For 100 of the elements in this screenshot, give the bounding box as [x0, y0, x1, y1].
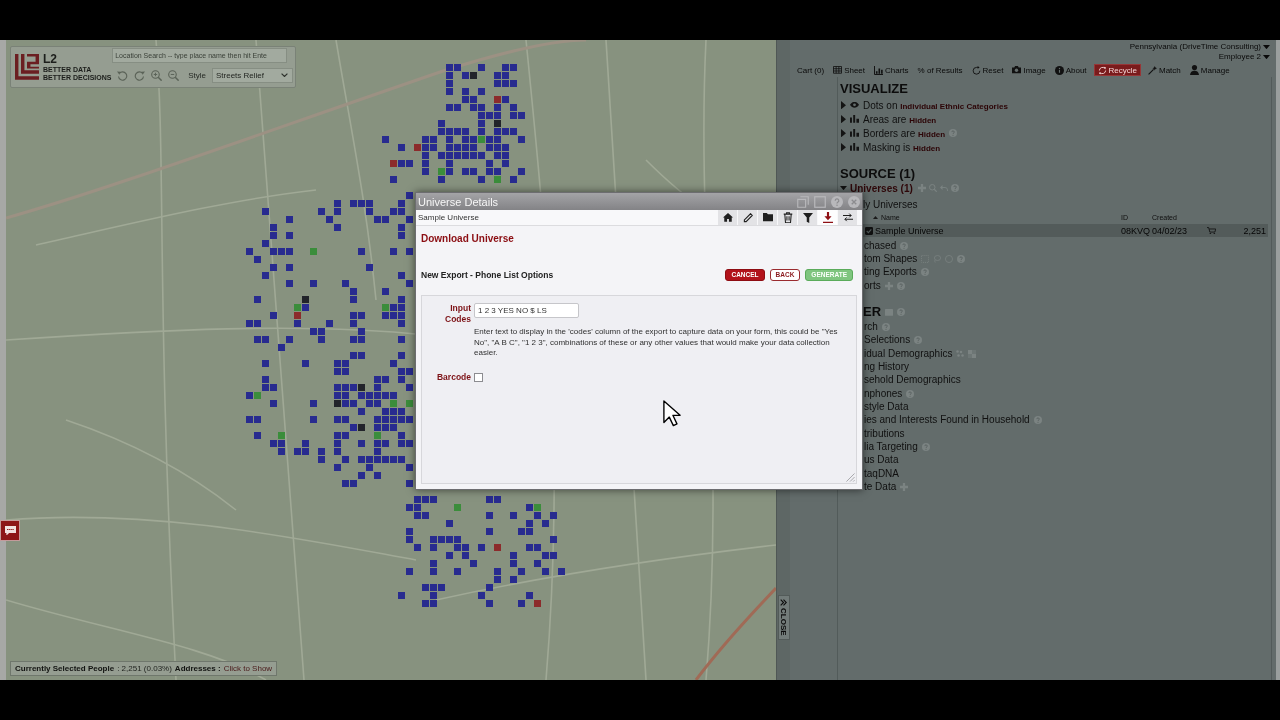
- tree-item[interactable]: tom Shapes: [864, 253, 918, 265]
- trash-icon: [782, 211, 793, 224]
- barcode-checkbox[interactable]: [474, 372, 483, 382]
- checkered-square-icon[interactable]: [968, 349, 977, 358]
- tree-item[interactable]: us Data: [864, 454, 899, 467]
- zoom-in-icon[interactable]: [151, 69, 163, 81]
- addresses-label: Addresses :: [174, 664, 221, 673]
- toolbar-tab[interactable]: [818, 210, 837, 225]
- toolbar-link[interactable]: About: [1052, 64, 1089, 76]
- tree-item[interactable]: sehold Demographics: [864, 374, 961, 387]
- tree-item[interactable]: ly Universes: [863, 198, 918, 211]
- close-panel-tab[interactable]: CLOSE: [777, 595, 790, 640]
- layer-setting: Masking is Hidden: [863, 141, 941, 153]
- tree-item[interactable]: ies and Interests Found in Household: [864, 414, 1030, 427]
- help-icon[interactable]: [949, 129, 958, 137]
- plus-icon[interactable]: [900, 482, 909, 491]
- account-menu[interactable]: Pennsylvania (DriveTime Consulting): [1129, 42, 1270, 52]
- chat-button[interactable]: [0, 520, 20, 541]
- toolbar-link[interactable]: Manage: [1187, 64, 1232, 76]
- help-icon[interactable]: [831, 195, 843, 208]
- caret-right-icon[interactable]: [841, 100, 846, 110]
- section-heading: VISUALIZE: [840, 81, 909, 97]
- style-dropdown[interactable]: Streets Relief: [212, 67, 293, 83]
- download-icon: [822, 211, 833, 224]
- pencil-icon: [742, 212, 753, 223]
- table-row[interactable]: Sample Universe 08KVQ 04/02/23 2,251: [863, 224, 1268, 237]
- logo-icon: [15, 54, 39, 80]
- field-label: Barcode: [437, 371, 471, 383]
- toolbar-tab[interactable]: [778, 210, 797, 225]
- tree-item[interactable]: chased: [864, 239, 897, 252]
- tree-item[interactable]: orts: [864, 279, 881, 292]
- tree-item[interactable]: te Data: [864, 480, 897, 493]
- help-icon[interactable]: [957, 255, 966, 263]
- field-label: Input Codes: [445, 303, 471, 325]
- table-cell: 08KVQ: [1121, 225, 1152, 236]
- window-title: Universe Details: [418, 195, 500, 208]
- tree-item[interactable]: rch: [864, 320, 878, 333]
- eye-icon: [850, 102, 859, 108]
- toolbar-tab[interactable]: [738, 210, 757, 225]
- caret-right-icon[interactable]: [841, 128, 846, 138]
- toolbar-link[interactable]: Match: [1146, 64, 1183, 76]
- tree-item[interactable]: tributions: [864, 427, 905, 440]
- account-menu[interactable]: Employee 2: [1218, 52, 1270, 62]
- toolbar-link[interactable]: Recycle: [1093, 64, 1141, 76]
- tree-item[interactable]: style Data: [864, 400, 909, 413]
- toolbar-link[interactable]: Reset: [969, 64, 1006, 76]
- tree-item[interactable]: ng History: [864, 360, 909, 373]
- dots-icon[interactable]: [956, 350, 965, 358]
- dialog-heading: Download Universe: [421, 232, 515, 245]
- toolbar-tab[interactable]: [758, 210, 777, 225]
- zoom-out-icon[interactable]: [168, 69, 180, 81]
- codes-input-field[interactable]: 1 2 3 YES NO $ LS: [474, 303, 579, 318]
- help-icon[interactable]: [906, 389, 915, 398]
- cursor-icon: [663, 400, 681, 427]
- undo-icon[interactable]: [939, 185, 948, 191]
- caret-right-icon[interactable]: [841, 114, 846, 124]
- rotate-left-icon[interactable]: [117, 69, 129, 81]
- tree-item[interactable]: idual Demographics: [864, 347, 953, 360]
- help-icon[interactable]: [921, 442, 930, 451]
- bars-icon: [850, 115, 859, 123]
- cart-icon[interactable]: [1207, 226, 1216, 235]
- tree-item[interactable]: taqDNA: [864, 467, 899, 480]
- toolbar-link[interactable]: Cart (0): [795, 64, 827, 76]
- toolbar-link[interactable]: Charts: [872, 64, 911, 76]
- section-heading: ER: [863, 304, 882, 321]
- checkbox-checked-icon[interactable]: [865, 226, 873, 235]
- reset-icon: [971, 65, 981, 75]
- plus-icon[interactable]: [917, 184, 926, 192]
- toolbar-tab[interactable]: [838, 210, 857, 225]
- table-cell-text: 04/02/23: [1152, 225, 1189, 236]
- help-icon[interactable]: [897, 308, 906, 317]
- selected-people-count: : 2,251 (0.03%): [117, 664, 172, 673]
- restore-icon[interactable]: [797, 195, 809, 208]
- help-icon[interactable]: [920, 268, 929, 277]
- toolbar-link[interactable]: % of Results: [915, 64, 965, 76]
- help-icon[interactable]: [1033, 416, 1042, 425]
- show-addresses-link[interactable]: Click to Show: [223, 664, 273, 673]
- toolbar-tab[interactable]: [798, 210, 817, 225]
- caret-right-icon[interactable]: [841, 142, 846, 152]
- toolbar-link[interactable]: Image: [1010, 64, 1048, 76]
- tree-item[interactable]: Selections: [864, 334, 911, 347]
- toolbar-link[interactable]: Sheet: [831, 64, 868, 76]
- rotate-right-icon[interactable]: [134, 69, 146, 81]
- close-icon[interactable]: [848, 195, 860, 208]
- tree-item[interactable]: lia Targeting: [864, 440, 918, 453]
- maximize-icon[interactable]: [814, 195, 826, 208]
- toolbar-tab[interactable]: [718, 210, 737, 225]
- style-label: Style: [188, 70, 206, 80]
- help-icon[interactable]: [881, 322, 890, 331]
- help-icon[interactable]: [950, 184, 959, 192]
- square-icon[interactable]: [885, 308, 894, 316]
- help-icon[interactable]: [900, 241, 909, 250]
- sort-up-icon[interactable]: [873, 216, 878, 219]
- tree-item[interactable]: Universes (1): [850, 182, 913, 194]
- swap-arrows-icon: [842, 213, 853, 222]
- tree-item[interactable]: ting Exports: [864, 266, 917, 279]
- help-icon[interactable]: [914, 336, 923, 345]
- help-icon[interactable]: [896, 281, 905, 290]
- tree-item[interactable]: nphones: [864, 387, 903, 400]
- plus-icon[interactable]: [884, 281, 893, 290]
